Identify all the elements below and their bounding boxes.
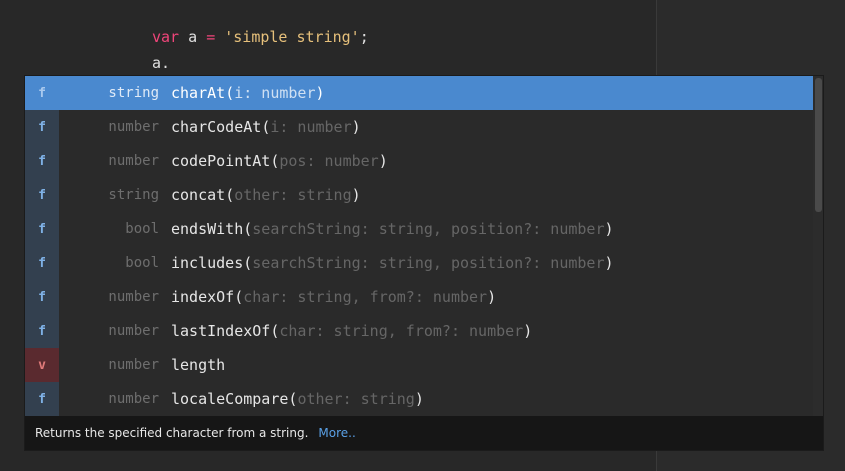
completion-item[interactable]: f number localeCompare(other: string): [25, 382, 813, 416]
completion-close-paren: ): [414, 390, 424, 408]
completion-name: endsWith: [171, 220, 244, 238]
completion-params: i: number: [234, 84, 316, 102]
completion-open-paren: (: [225, 84, 235, 102]
variable-kind-icon: v: [25, 348, 59, 382]
completion-return-type: number: [108, 153, 159, 169]
completion-return-type: string: [108, 187, 159, 203]
scrollbar[interactable]: [813, 76, 823, 416]
completion-name: localeCompare: [171, 390, 289, 408]
code-keyword: var: [152, 28, 180, 46]
completion-name: indexOf: [171, 288, 235, 306]
completion-open-paren: (: [270, 322, 280, 340]
completion-item[interactable]: f number charCodeAt(i: number): [25, 110, 813, 144]
more-link[interactable]: More..: [318, 426, 355, 440]
code-operator: =: [206, 28, 216, 46]
completion-name: includes: [171, 254, 244, 272]
completion-item[interactable]: f string concat(other: string): [25, 178, 813, 212]
completion-name: length: [171, 356, 226, 374]
completion-doc-footer: Returns the specified character from a s…: [25, 416, 823, 450]
completion-close-paren: ): [487, 288, 497, 306]
completion-params: other: string: [234, 186, 352, 204]
function-kind-icon: f: [25, 110, 59, 144]
completion-open-paren: (: [243, 220, 253, 238]
completion-item[interactable]: f string charAt(i: number): [25, 76, 813, 110]
completion-open-paren: (: [234, 288, 244, 306]
completion-open-paren: (: [225, 186, 235, 204]
completion-open-paren: (: [270, 152, 280, 170]
completion-params: char: string, from?: number: [243, 288, 488, 306]
scrollbar-thumb[interactable]: [815, 78, 822, 212]
completion-params: i: number: [270, 118, 352, 136]
completion-item[interactable]: f number indexOf(char: string, from?: numb…: [25, 280, 813, 314]
code-semicolon: ;: [359, 28, 369, 46]
function-kind-icon: f: [25, 246, 59, 280]
function-kind-icon: f: [25, 382, 59, 416]
completion-return-type: bool: [125, 255, 159, 271]
completion-return-type: number: [108, 323, 159, 339]
completion-return-type: string: [108, 85, 159, 101]
completion-open-paren: (: [243, 254, 253, 272]
completion-open-paren: (: [288, 390, 298, 408]
completion-close-paren: ): [351, 118, 361, 136]
completion-item[interactable]: f bool includes(searchString: string, posi…: [25, 246, 813, 280]
completion-name: codePointAt: [171, 152, 271, 170]
completion-return-type: number: [108, 391, 159, 407]
code-line-2[interactable]: a.: [152, 54, 170, 72]
autocomplete-popup: f string charAt(i: number) f number charCodeA…: [24, 75, 824, 451]
completion-params: pos: number: [279, 152, 379, 170]
completion-item[interactable]: v number length: [25, 348, 813, 382]
completion-close-paren: ): [604, 220, 614, 238]
completion-params: searchString: string, position?: number: [252, 220, 605, 238]
code-string-literal: 'simple string': [224, 28, 360, 46]
completion-return-type: number: [108, 289, 159, 305]
completion-return-type: number: [108, 119, 159, 135]
completion-params: searchString: string, position?: number: [252, 254, 605, 272]
completion-name: lastIndexOf: [171, 322, 271, 340]
code-member-access: a.: [152, 54, 171, 72]
completion-name: charAt: [171, 84, 226, 102]
completion-close-paren: ): [378, 152, 388, 170]
completion-params: char: string, from?: number: [279, 322, 524, 340]
completion-name: concat: [171, 186, 226, 204]
function-kind-icon: f: [25, 178, 59, 212]
function-kind-icon: f: [25, 144, 59, 178]
completion-close-paren: ): [315, 84, 325, 102]
function-kind-icon: f: [38, 85, 46, 101]
completion-item[interactable]: f number codePointAt(pos: number): [25, 144, 813, 178]
code-identifier: a: [179, 28, 207, 46]
completion-return-type: bool: [125, 221, 159, 237]
completion-list: f string charAt(i: number) f number charCodeA…: [25, 76, 813, 416]
completion-item[interactable]: f number lastIndexOf(char: string, from?: …: [25, 314, 813, 348]
completion-item[interactable]: f bool endsWith(searchString: string, posi…: [25, 212, 813, 246]
function-kind-icon: f: [25, 314, 59, 348]
code-line-1[interactable]: var a = 'simple string';: [152, 28, 369, 46]
completion-close-paren: ): [523, 322, 533, 340]
completion-close-paren: ): [604, 254, 614, 272]
completion-params: other: string: [297, 390, 415, 408]
completion-close-paren: ): [351, 186, 361, 204]
completion-open-paren: (: [261, 118, 271, 136]
completion-name: charCodeAt: [171, 118, 262, 136]
completion-description: Returns the specified character from a s…: [35, 426, 309, 440]
function-kind-icon: f: [25, 212, 59, 246]
function-kind-icon: f: [25, 280, 59, 314]
completion-return-type: number: [108, 357, 159, 373]
